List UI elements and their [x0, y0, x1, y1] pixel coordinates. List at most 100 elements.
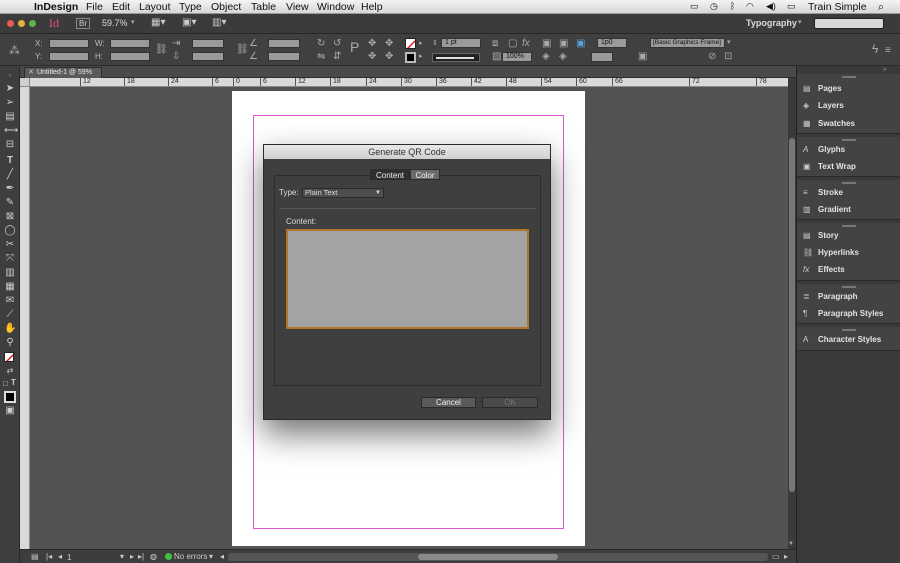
flip-vertical-icon[interactable]: ⇵ [333, 52, 341, 62]
menu-help[interactable]: Help [361, 1, 383, 13]
wifi-icon[interactable]: ◠ [746, 1, 754, 12]
selection-tool-icon[interactable]: ➤ [4, 83, 16, 95]
stroke-swatch[interactable] [405, 52, 416, 63]
x-position-field[interactable] [49, 39, 89, 48]
y-position-field[interactable] [49, 52, 89, 61]
pencil-tool-icon[interactable]: ✎ [4, 197, 16, 209]
panel-glyphs[interactable]: A Glyphs [803, 145, 845, 154]
panel-stroke[interactable]: ≡ Stroke [803, 188, 843, 197]
screen-mode-icon[interactable]: ▣▾ [182, 17, 196, 28]
collapse-icon[interactable]: » [883, 67, 886, 73]
zoom-window-button[interactable] [29, 20, 36, 27]
first-page-icon[interactable]: |◂ [46, 552, 52, 561]
panel-paragraph[interactable]: ≣ Paragraph [803, 292, 858, 301]
p-icon[interactable]: P [350, 40, 359, 54]
select-next-icon[interactable]: ✥ [385, 52, 393, 62]
view-options-icon[interactable]: ▦▾ [151, 17, 165, 28]
panel-swatches[interactable]: ▦ Swatches [803, 119, 855, 128]
object-style-clear-icon[interactable]: ⊘ [708, 52, 716, 62]
zoom-tool-icon[interactable]: ⚲ [4, 337, 16, 349]
panel-character-styles[interactable]: A Character Styles [803, 335, 881, 344]
chevron-down-icon[interactable]: ▾ [131, 18, 135, 26]
minimize-window-button[interactable] [18, 20, 25, 27]
width-field[interactable] [110, 39, 150, 48]
page-number-field[interactable]: 1 [67, 553, 71, 562]
swap-colors-icon[interactable]: ⇄ [4, 365, 16, 377]
chevron-down-icon[interactable]: ▾ [798, 18, 802, 26]
panel-hyperlinks[interactable]: ⛓ Hyperlinks [803, 248, 859, 257]
menu-file[interactable]: File [86, 1, 103, 13]
constrain-proportions-icon[interactable]: ⛓ [155, 45, 168, 55]
next-page-icon[interactable]: ▸ [130, 552, 134, 561]
app-menu[interactable]: InDesign [34, 1, 78, 13]
eyedropper-tool-icon[interactable]: ⟋ [4, 309, 16, 321]
close-window-button[interactable] [7, 20, 14, 27]
ruler-origin[interactable] [20, 78, 30, 87]
menu-table[interactable]: Table [251, 1, 276, 13]
panel-paragraph-styles[interactable]: ¶ Paragraph Styles [803, 309, 883, 318]
split-view-icon[interactable]: ▭ [772, 552, 780, 561]
panel-effects[interactable]: fx Effects [803, 265, 845, 274]
ellipse-tool-icon[interactable]: ◯ [4, 225, 16, 237]
object-style-select[interactable]: [Basic Graphics Frame] [650, 38, 725, 48]
scroll-right-icon[interactable]: ▸ [784, 552, 788, 561]
hand-tool-icon[interactable]: ✋ [4, 323, 16, 335]
vertical-ruler[interactable] [20, 87, 30, 549]
opacity-field[interactable]: 100% [502, 52, 532, 62]
formatting-container-icon[interactable]: □ [3, 379, 8, 388]
panel-gradient[interactable]: ▥ Gradient [803, 205, 851, 214]
type-tool-icon[interactable]: T [4, 155, 16, 167]
ok-button[interactable]: OK [482, 397, 538, 408]
search-icon[interactable]: ⌕ [878, 1, 884, 14]
height-field[interactable] [110, 52, 150, 61]
chevron-down-icon[interactable]: ▾ [120, 552, 124, 561]
stroke-weight-field[interactable]: 1 pt [441, 38, 481, 48]
panel-grip[interactable] [842, 225, 856, 227]
spacing-field[interactable]: 1p0 [597, 38, 627, 48]
bluetooth-icon[interactable]: ᛒ [730, 1, 735, 11]
collapse-icon[interactable]: » [4, 70, 16, 82]
panel-text-wrap[interactable]: ▣ Text Wrap [803, 162, 856, 171]
panel-layers[interactable]: ◈ Layers [803, 101, 844, 110]
reference-point-icon[interactable]: ⁂ [9, 44, 20, 57]
menu-layout[interactable]: Layout [139, 1, 171, 13]
constrain-scale-icon[interactable]: ⛓ [236, 45, 249, 55]
fill-color-icon[interactable] [4, 352, 14, 362]
panel-grip[interactable] [842, 76, 856, 78]
line-tool-icon[interactable]: ╱ [4, 169, 16, 181]
panel-pages[interactable]: ▤ Pages [803, 84, 842, 93]
panel-story[interactable]: ▤ Story [803, 231, 838, 240]
stepper-icon[interactable]: ⇕ [432, 39, 438, 49]
time-machine-icon[interactable]: ◷ [710, 1, 718, 12]
close-icon[interactable]: ✕ [28, 68, 34, 76]
page-thumbnail-icon[interactable]: ▤ [31, 552, 39, 561]
gradient-swatch-tool-icon[interactable]: ▥ [4, 267, 16, 279]
menu-view[interactable]: View [286, 1, 309, 13]
rotation-field[interactable] [268, 39, 300, 48]
horizontal-scroll-thumb[interactable] [418, 554, 558, 560]
auto-fit-icon[interactable]: ▣ [576, 39, 585, 49]
select-content-icon[interactable]: ✥ [385, 39, 393, 49]
horizontal-ruler[interactable]: 12 18 24 6 0 6 12 18 24 30 36 42 48 54 6… [30, 78, 788, 87]
fit-content-icon[interactable]: ▣ [542, 39, 551, 49]
tab-content[interactable]: Content [370, 169, 410, 180]
center-content-icon[interactable]: ◈ [542, 52, 550, 62]
formatting-text-icon[interactable]: T [11, 378, 16, 387]
scale-x-field[interactable] [192, 39, 224, 48]
vertical-scrollbar[interactable]: ▼ [788, 78, 796, 549]
select-container-icon[interactable]: ✥ [368, 39, 376, 49]
content-collector-icon[interactable]: ⊟ [4, 139, 16, 151]
panel-grip[interactable] [842, 329, 856, 331]
help-search-input[interactable] [814, 18, 884, 29]
lightning-icon[interactable]: ϟ [872, 43, 878, 55]
normal-view-icon[interactable] [4, 391, 16, 403]
horizontal-scrollbar[interactable] [228, 553, 768, 561]
flip-horizontal-icon[interactable]: ⇋ [317, 52, 325, 62]
fit-frame-icon[interactable]: ▣ [559, 39, 568, 49]
preflight-status[interactable]: No errors [174, 552, 207, 561]
fitting-icon[interactable]: ⧈ [492, 39, 498, 49]
screen-mode-icon[interactable]: ▣ [4, 405, 16, 417]
battery-icon[interactable]: ▭ [787, 1, 796, 12]
cancel-button[interactable]: Cancel [421, 397, 476, 408]
user-name[interactable]: Train Simple [808, 1, 867, 13]
